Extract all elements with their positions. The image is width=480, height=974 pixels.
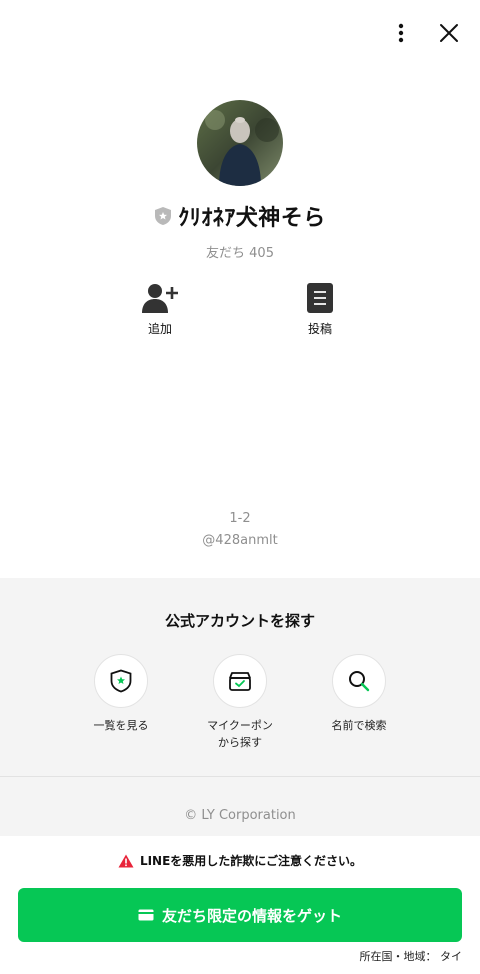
post-button[interactable]: 投稿 xyxy=(280,282,360,337)
fraud-warning-text: LINEを悪用した詐欺にご注意ください。 xyxy=(139,854,363,868)
account-id: @428anmlt xyxy=(202,533,278,548)
coupon-box-icon xyxy=(229,672,251,691)
shield-star-icon xyxy=(110,669,132,693)
add-friend-icon xyxy=(142,284,178,313)
vertical-ellipsis-icon xyxy=(398,23,404,43)
warning-icon xyxy=(118,854,134,867)
coupon-search-circle xyxy=(213,654,267,708)
avatar[interactable] xyxy=(197,100,283,186)
get-info-label: 友だち限定の情報をゲット xyxy=(161,906,342,925)
browse-list-label: 一覧を見る xyxy=(93,719,149,732)
close-icon xyxy=(440,24,458,42)
profile-actions: 追加 投稿 xyxy=(0,282,480,342)
fraud-warning[interactable]: LINEを悪用した詐欺にご注意ください。 xyxy=(0,852,480,869)
avatar-image xyxy=(197,100,283,186)
coupon-search-button[interactable]: マイクーポン から探す xyxy=(185,654,295,751)
explore-title: 公式アカウントを探す xyxy=(164,612,315,630)
more-menu-button[interactable] xyxy=(386,18,416,48)
explore-section: 公式アカウントを探す 一覧を見る マイクーポン から探す 名前で検索 © LY … xyxy=(0,578,480,836)
browse-list-circle xyxy=(94,654,148,708)
close-button[interactable] xyxy=(434,18,464,48)
profile-section: ｸﾘｵﾈｱ犬神そら 友だち 405 xyxy=(0,100,480,261)
name-row: ｸﾘｵﾈｱ犬神そら xyxy=(154,200,326,232)
footer: LINEを悪用した詐欺にご注意ください。 友だち限定の情報をゲット 所在国・地域… xyxy=(0,836,480,974)
copyright: © LY Corporation xyxy=(184,808,296,823)
name-search-circle xyxy=(332,654,386,708)
search-icon xyxy=(349,671,370,692)
divider xyxy=(0,776,480,777)
name-search-button[interactable]: 名前で検索 xyxy=(304,654,414,734)
friends-count: 友だち 405 xyxy=(206,246,274,261)
header-actions xyxy=(386,18,464,48)
add-friend-label: 追加 xyxy=(147,322,172,336)
get-info-button[interactable]: 友だち限定の情報をゲット xyxy=(18,888,462,942)
account-meta-line1: 1-2 xyxy=(229,511,251,526)
add-friend-button[interactable]: 追加 xyxy=(120,282,200,337)
browse-list-button[interactable]: 一覧を見る xyxy=(66,654,176,734)
shield-star-icon xyxy=(155,207,172,225)
region-info: 所在国・地域： タイ xyxy=(359,950,463,963)
post-label: 投稿 xyxy=(307,322,332,336)
post-icon xyxy=(307,283,333,313)
name-search-label: 名前で検索 xyxy=(331,719,387,732)
account-meta: 1-2 @428anmlt xyxy=(0,508,480,552)
card-icon xyxy=(138,909,154,921)
coupon-search-label: マイクーポン から探す xyxy=(207,719,273,749)
account-name: ｸﾘｵﾈｱ犬神そら xyxy=(178,206,326,231)
